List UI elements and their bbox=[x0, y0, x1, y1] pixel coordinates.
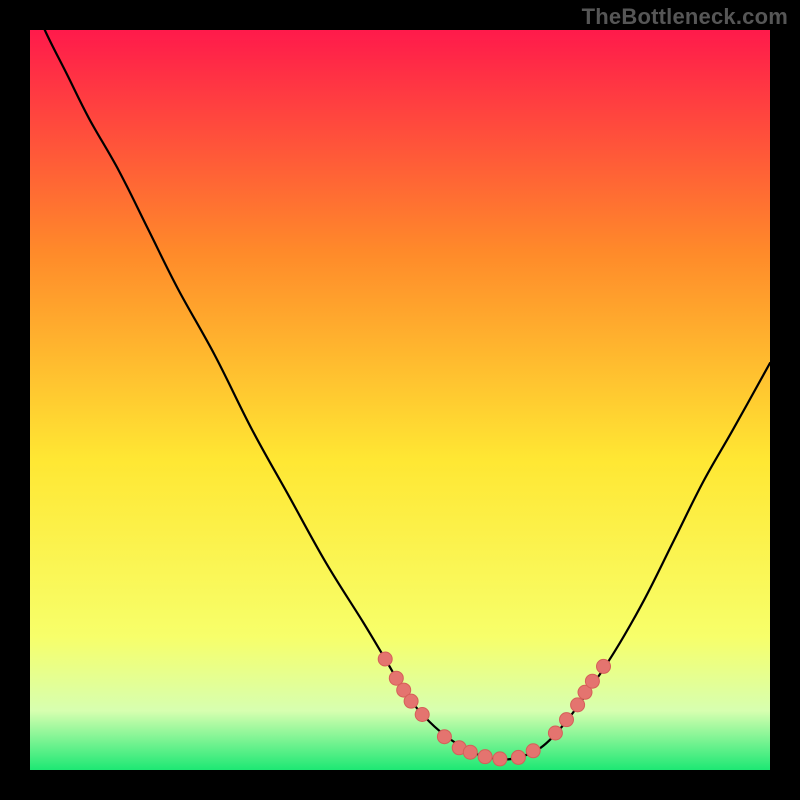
curve-marker bbox=[526, 744, 540, 758]
curve-marker bbox=[478, 750, 492, 764]
curve-marker bbox=[585, 674, 599, 688]
curve-marker bbox=[463, 745, 477, 759]
curve-marker bbox=[511, 750, 525, 764]
chart-svg bbox=[30, 30, 770, 770]
curve-marker bbox=[560, 713, 574, 727]
curve-marker bbox=[437, 730, 451, 744]
curve-marker bbox=[404, 694, 418, 708]
chart-background bbox=[30, 30, 770, 770]
curve-marker bbox=[597, 659, 611, 673]
curve-marker bbox=[571, 698, 585, 712]
curve-marker bbox=[493, 752, 507, 766]
bottleneck-chart bbox=[30, 30, 770, 770]
watermark-label: TheBottleneck.com bbox=[582, 4, 788, 30]
curve-marker bbox=[548, 726, 562, 740]
curve-marker bbox=[378, 652, 392, 666]
curve-marker bbox=[415, 708, 429, 722]
